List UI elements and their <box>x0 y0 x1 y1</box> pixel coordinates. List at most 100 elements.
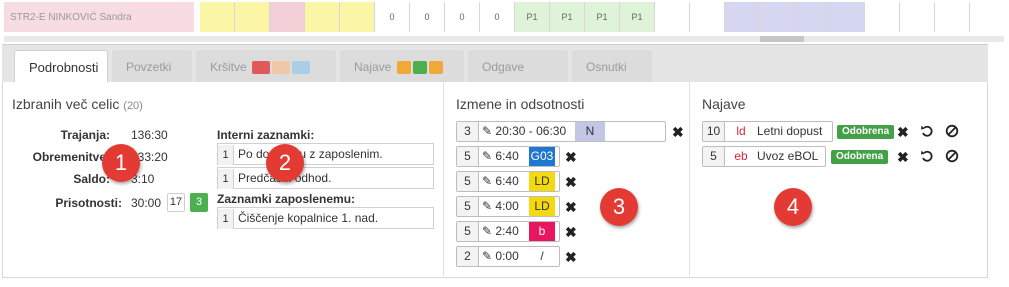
edit-icon[interactable]: ✎ <box>482 174 492 188</box>
shift-time: ✎ 0:00 <box>479 247 529 266</box>
schedule-cell[interactable]: 0 <box>445 2 480 32</box>
note-text: Po dogovoru z zaposlenim. <box>238 147 383 161</box>
shift-item[interactable]: 5 ✎ 6:40 G03 <box>456 146 560 167</box>
remove-icon[interactable]: ✖ <box>897 125 909 139</box>
shift-time-text: 6:40 <box>495 174 519 188</box>
internal-note[interactable]: 1 Predčasni odhod. <box>217 167 434 189</box>
presence-count-badge-green[interactable]: 3 <box>190 193 208 212</box>
schedule-cell[interactable] <box>270 2 305 32</box>
callout-marker-3: 3 <box>600 188 638 226</box>
announcement-desc: Letni dopust <box>757 124 823 138</box>
remove-icon[interactable]: ✖ <box>565 250 577 264</box>
schedule-cell[interactable]: 0 <box>480 2 515 32</box>
tab-najave[interactable]: Najave <box>340 50 464 83</box>
shift-item[interactable]: 2 ✎ 0:00 / <box>456 246 560 267</box>
column-divider <box>689 82 690 278</box>
shift-time-text: 4:00 <box>495 199 519 213</box>
schedule-cell[interactable]: 0 <box>410 2 445 32</box>
schedule-cell[interactable] <box>935 2 970 32</box>
selection-title: Izbranih več celic (20) <box>12 96 143 112</box>
edit-icon[interactable]: ✎ <box>482 149 492 163</box>
remove-icon[interactable]: ✖ <box>897 150 909 164</box>
edit-icon[interactable]: ✎ <box>482 224 492 238</box>
remove-icon[interactable]: ✖ <box>565 150 577 164</box>
note-number: 1 <box>218 169 234 189</box>
schedule-cell[interactable]: P1 <box>585 2 620 32</box>
schedule-cell[interactable] <box>760 2 795 32</box>
schedule-cell[interactable] <box>690 2 725 32</box>
tab-podrobnosti[interactable]: Podrobnosti <box>14 50 108 83</box>
undo-icon[interactable] <box>920 124 934 138</box>
shift-time: ✎ 4:00 <box>479 197 529 216</box>
announcement-item[interactable]: 10 ld Letni dopust <box>702 121 833 142</box>
tab-povzetki[interactable]: Povzetki <box>112 50 192 83</box>
approved-badge: Odobrena <box>831 150 889 164</box>
shift-code: G03 <box>529 147 555 166</box>
schedule-cell[interactable]: P1 <box>550 2 585 32</box>
shift-item[interactable]: 5 ✎ 2:40 b <box>456 221 560 242</box>
schedule-cell[interactable] <box>830 2 865 32</box>
shift-count: 5 <box>457 222 479 241</box>
presence-label: Prisotnosti: <box>55 196 122 210</box>
remove-icon[interactable]: ✖ <box>565 175 577 189</box>
tab-label: Odgave <box>482 60 525 74</box>
callout-marker-4: 4 <box>774 188 812 226</box>
schedule-cell[interactable] <box>725 2 760 32</box>
schedule-cell[interactable]: P1 <box>620 2 655 32</box>
schedule-cell[interactable] <box>305 2 340 32</box>
schedule-cell[interactable]: P1 <box>515 2 550 32</box>
edit-icon[interactable]: ✎ <box>482 249 492 263</box>
shift-time-text: 0:00 <box>495 249 519 263</box>
announcement-item[interactable]: 5 eb Uvoz eBOL <box>702 146 826 167</box>
cancel-icon[interactable] <box>945 124 959 138</box>
shift-item[interactable]: 5 ✎ 6:40 LD <box>456 171 560 192</box>
schedule-cell[interactable] <box>865 2 900 32</box>
cancel-icon[interactable] <box>945 149 959 163</box>
shift-time: ✎ 6:40 <box>479 147 529 166</box>
schedule-cell[interactable] <box>200 2 235 32</box>
announce-badge-orange <box>396 61 411 75</box>
scrollbar-thumb[interactable] <box>760 36 804 42</box>
schedule-cell[interactable]: 0 <box>375 2 410 32</box>
duration-value: 136:30 <box>131 128 168 142</box>
violation-badge-blue <box>292 61 311 75</box>
schedule-cells: 0 0 0 0 P1 P1 P1 P1 <box>200 2 970 32</box>
tab-osnutki[interactable]: Osnutki <box>572 50 652 83</box>
undo-icon[interactable] <box>920 149 934 163</box>
column-divider <box>443 82 444 278</box>
remove-icon[interactable]: ✖ <box>672 125 684 139</box>
tab-label: Kršitve <box>210 60 247 74</box>
employee-note[interactable]: 1 Čiščenje kopalnice 1. nad. <box>217 207 434 229</box>
shift-count: 3 <box>457 122 479 141</box>
schedule-cell[interactable] <box>340 2 375 32</box>
load-label: Obremenitve: <box>32 150 110 164</box>
presence-count-badge[interactable]: 17 <box>167 193 185 212</box>
tab-label: Podrobnosti <box>29 60 99 75</box>
horizontal-scrollbar[interactable] <box>4 36 1004 42</box>
internal-notes-title: Interni zaznamki: <box>217 128 315 142</box>
changes-title: Izmene in odsotnosti <box>456 96 585 112</box>
shift-item[interactable]: 5 ✎ 4:00 LD <box>456 196 560 217</box>
announcement-desc: Uvoz eBOL <box>757 149 819 163</box>
shift-item[interactable]: 3 ✎ 20:30 - 06:30 N <box>456 121 666 142</box>
tab-odgave[interactable]: Odgave <box>468 50 568 83</box>
internal-note[interactable]: 1 Po dogovoru z zaposlenim. <box>217 143 434 165</box>
edit-icon[interactable]: ✎ <box>482 124 492 138</box>
remove-icon[interactable]: ✖ <box>565 200 577 214</box>
shift-time: ✎ 2:40 <box>479 222 529 241</box>
edit-icon[interactable]: ✎ <box>482 199 492 213</box>
note-text: Čiščenje kopalnice 1. nad. <box>238 211 379 225</box>
tab-krsitve[interactable]: Kršitve <box>196 50 336 83</box>
violation-badge-orange <box>272 61 291 75</box>
shift-code: LD <box>529 172 555 191</box>
approved-badge: Odobrena <box>837 125 895 139</box>
schedule-cell[interactable] <box>900 2 935 32</box>
shift-time-text: 6:40 <box>495 149 519 163</box>
schedule-cell[interactable] <box>235 2 270 32</box>
shift-count: 5 <box>457 197 479 216</box>
shift-code: LD <box>529 197 555 216</box>
schedule-cell[interactable] <box>655 2 690 32</box>
employee-name[interactable]: STR2-E NINKOVIĆ Sandra <box>4 2 194 32</box>
remove-icon[interactable]: ✖ <box>565 225 577 239</box>
schedule-cell[interactable] <box>795 2 830 32</box>
